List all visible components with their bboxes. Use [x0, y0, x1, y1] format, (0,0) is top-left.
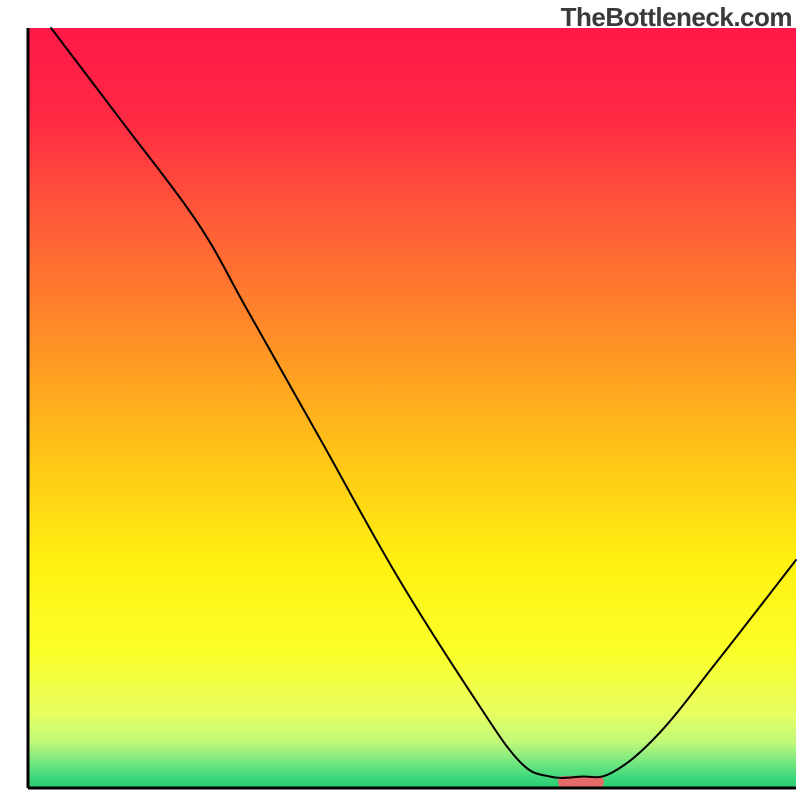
- chart-container: TheBottleneck.com: [0, 0, 800, 800]
- gradient-background: [28, 28, 796, 788]
- watermark-text: TheBottleneck.com: [561, 2, 792, 33]
- bottleneck-chart: [0, 0, 800, 800]
